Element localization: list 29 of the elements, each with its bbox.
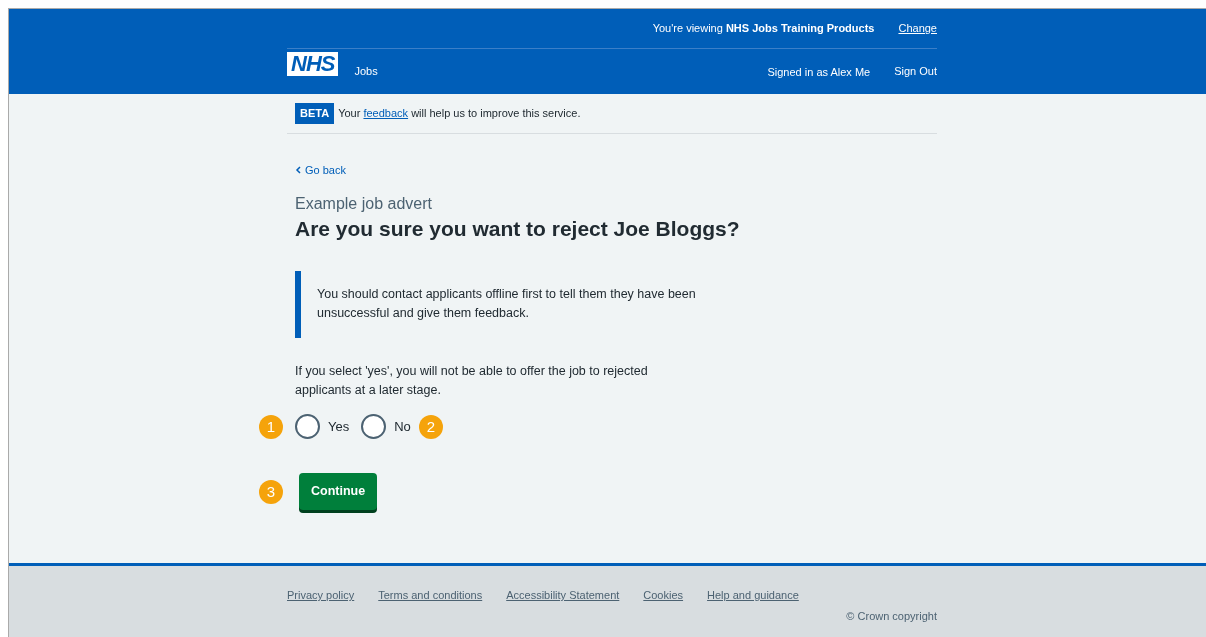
nhs-logo[interactable]: NHS — [287, 52, 339, 76]
radio-button[interactable] — [361, 414, 387, 440]
sign-out-link[interactable]: Sign Out — [894, 62, 937, 80]
caption: Example job advert — [295, 193, 433, 214]
radio-button[interactable] — [295, 414, 320, 440]
page-heading: Are you sure you want to reject Joe Bloggs? — [295, 215, 741, 241]
footer-link[interactable]: Terms and conditions — [378, 587, 483, 604]
beta-tag: BETA — [295, 103, 335, 124]
feedback-link[interactable]: feedback — [363, 107, 409, 120]
step-number-marker: 1 — [259, 414, 283, 439]
back-link[interactable]: Go back — [287, 162, 346, 179]
copyright-text: © Crown copyright — [845, 608, 937, 624]
step-number-marker: 3 — [259, 479, 283, 504]
chevron-left-icon — [295, 166, 301, 175]
inset-text: You should contact applicants offline first to tell them they have been unsuccessful and give them feedback. — [295, 270, 715, 338]
footer-link[interactable]: Cookies — [643, 587, 684, 604]
signed-in-text: Signed in as Alex Me — [767, 64, 871, 80]
step-number-marker: 2 — [418, 414, 443, 439]
hint-text: If you select 'yes', you will not be able to offer the job to rejected applicants at a later stage. — [295, 362, 649, 400]
beta-message: Your feedback will help us to improve this service. — [338, 106, 581, 122]
continue-button[interactable]: Continue — [299, 473, 378, 511]
viewing-context-text: You're viewing NHS Jobs Training Products — [652, 21, 875, 37]
footer-link[interactable]: Accessibility Statement — [506, 587, 620, 604]
change-link[interactable]: Change — [898, 20, 937, 37]
footer-link[interactable]: Help and guidance — [707, 587, 799, 604]
footer-link[interactable]: Privacy policy — [287, 587, 355, 604]
radio-label[interactable]: No — [394, 417, 411, 437]
service-name: Jobs — [354, 63, 378, 79]
radio-label[interactable]: Yes — [328, 417, 350, 437]
